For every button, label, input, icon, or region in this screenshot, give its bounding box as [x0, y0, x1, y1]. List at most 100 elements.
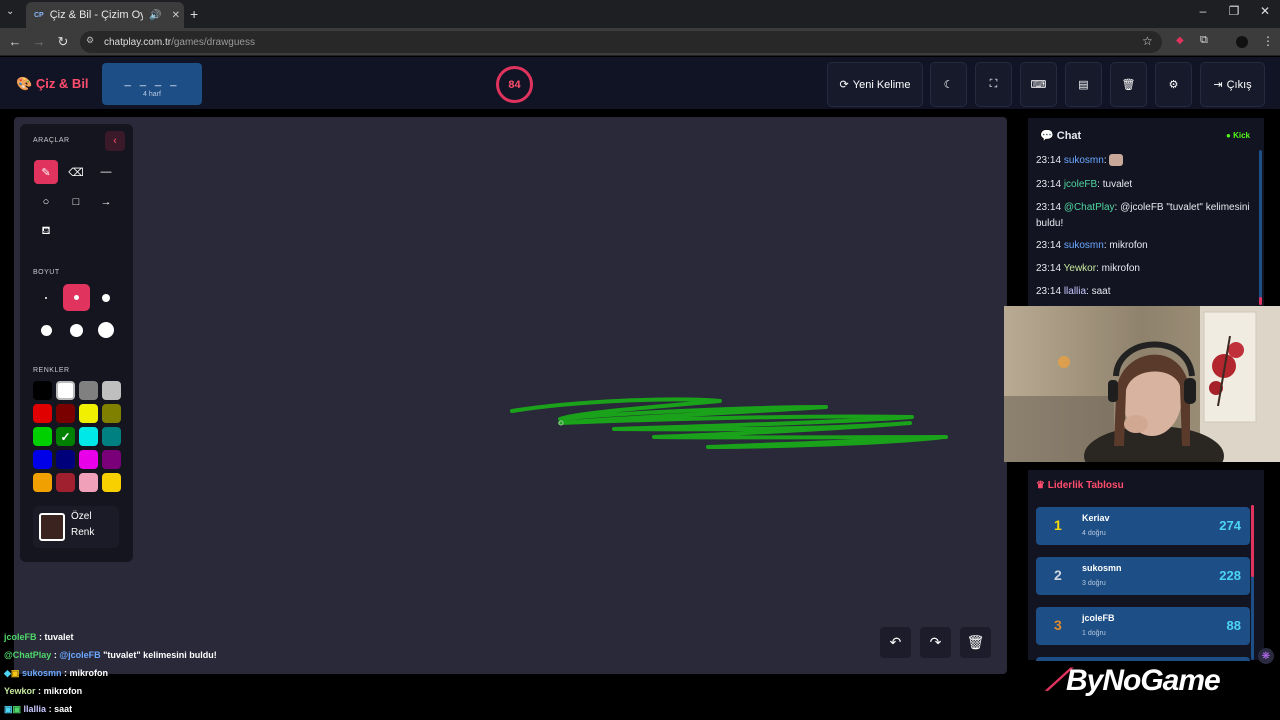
color-swatch[interactable]: [56, 473, 75, 492]
badge-icon: ▣: [12, 704, 22, 714]
drawing-strokes: [510, 397, 948, 449]
color-swatch[interactable]: [102, 473, 121, 492]
keyboard-button[interactable]: ⌨: [1020, 62, 1057, 107]
forward-icon[interactable]: →: [30, 34, 48, 49]
archive-button[interactable]: ▤: [1065, 62, 1102, 107]
color-swatch[interactable]: [56, 381, 75, 400]
fullscreen-button[interactable]: ⛶: [975, 62, 1012, 107]
size-option-sm[interactable]: [63, 284, 90, 311]
bynogame-logo-icon: ⟋: [1046, 664, 1067, 697]
size-option-lg[interactable]: [34, 318, 58, 342]
eraser-tool[interactable]: ⌫: [64, 160, 88, 184]
profile-avatar[interactable]: [1236, 36, 1248, 48]
correct-count: 4 doğru: [1082, 530, 1106, 537]
color-swatch[interactable]: [79, 381, 98, 400]
player-score: 274: [1219, 518, 1241, 533]
leaderboard-row: 1 Keriav 4 doğru 274: [1036, 507, 1250, 545]
chat-bubbles-icon: 💬: [1040, 130, 1054, 142]
chat-message: 23:14 @ChatPlay: @jcoleFB "tuvalet" keli…: [1036, 202, 1250, 229]
overlay-chat-line: @ChatPlay : @jcoleFB "tuvalet" kelimesin…: [4, 650, 217, 660]
color-swatch[interactable]: ✓: [56, 427, 75, 446]
color-swatch[interactable]: [33, 381, 52, 400]
circle-tool[interactable]: ○: [34, 190, 58, 214]
color-swatch[interactable]: [79, 404, 98, 423]
exit-button[interactable]: ⇥ Çıkış: [1200, 62, 1265, 107]
settings-button[interactable]: ⚙: [1155, 62, 1192, 107]
minimize-icon[interactable]: –: [1188, 4, 1218, 18]
browser-tab[interactable]: CP Çiz & Bil - Çizim Oyunu 🔊 ✕: [26, 2, 184, 28]
paint-bucket-icon: ⛾: [41, 225, 51, 237]
clear-canvas-button[interactable]: 🗑: [960, 627, 991, 658]
kick-status: ● Kick: [1226, 131, 1250, 140]
site-info-icon[interactable]: ⚙: [86, 35, 94, 46]
correct-count: 3 doğru: [1082, 580, 1106, 587]
back-icon[interactable]: ←: [6, 34, 24, 49]
square-icon: □: [72, 196, 80, 208]
line-tool[interactable]: —: [94, 160, 118, 184]
color-swatch[interactable]: [33, 450, 52, 469]
leaderboard-scrollbar-thumb[interactable]: [1251, 505, 1254, 577]
color-swatch[interactable]: [33, 404, 52, 423]
size-option-xl[interactable]: [64, 318, 88, 342]
color-swatch[interactable]: [102, 404, 121, 423]
color-swatch[interactable]: [79, 427, 98, 446]
tab-search-icon[interactable]: ⌄: [6, 6, 14, 17]
color-swatch[interactable]: [56, 404, 75, 423]
undo-button[interactable]: ↶: [880, 627, 911, 658]
line-icon: —: [100, 166, 112, 178]
close-tab-icon[interactable]: ✕: [172, 10, 180, 21]
extensions-puzzle-icon[interactable]: ⧉: [1200, 34, 1208, 47]
chat-username[interactable]: jcoleFB: [1064, 179, 1097, 190]
address-bar[interactable]: chatplay.com.tr/games/drawguess: [80, 31, 1162, 53]
rectangle-tool[interactable]: □: [64, 190, 88, 214]
arrow-tool[interactable]: →: [94, 190, 118, 214]
logout-icon: ⇥: [1213, 79, 1223, 91]
app-logo[interactable]: 🎨 Çiz & Bil: [16, 76, 89, 92]
bookmark-star-icon[interactable]: ☆: [1142, 34, 1153, 48]
color-swatch[interactable]: [102, 427, 121, 446]
size-option-xxl[interactable]: [94, 318, 118, 342]
custom-color-button[interactable]: Özel Renk: [33, 506, 119, 548]
chat-username[interactable]: sukosmn: [1064, 155, 1104, 166]
size-option-xs[interactable]: [34, 286, 58, 310]
color-swatch[interactable]: [79, 473, 98, 492]
extension-icon[interactable]: ◆: [1176, 35, 1184, 46]
chat-scrollbar-thumb[interactable]: [1259, 297, 1262, 305]
color-swatch[interactable]: [102, 450, 121, 469]
color-swatch[interactable]: [33, 473, 52, 492]
new-tab-icon[interactable]: +: [190, 6, 198, 22]
chat-scrollbar[interactable]: [1259, 150, 1262, 305]
brush-tool[interactable]: ✎: [34, 160, 58, 184]
color-swatch[interactable]: [79, 450, 98, 469]
color-palette: ✓: [33, 381, 123, 492]
color-swatch[interactable]: [33, 427, 52, 446]
chat-username[interactable]: sukosmn: [1064, 240, 1104, 251]
collapse-panel-button[interactable]: ‹: [105, 131, 125, 151]
color-swatch[interactable]: [102, 381, 121, 400]
keyboard-icon: ⌨: [1030, 79, 1047, 91]
chat-username[interactable]: llallia: [1064, 286, 1086, 297]
new-word-button[interactable]: ⟳ Yeni Kelime: [827, 62, 923, 107]
rank-number: 3: [1054, 617, 1062, 633]
size-option-md[interactable]: [94, 286, 118, 310]
size-dot: [98, 322, 114, 338]
word-hint-box: _ _ _ _ 4 harf: [102, 63, 202, 105]
delete-button[interactable]: 🗑: [1110, 62, 1147, 107]
fill-tool[interactable]: ⛾: [34, 220, 58, 244]
chat-message: 23:14 llallia: saat: [1036, 286, 1111, 297]
menu-dots-icon[interactable]: ⋮: [1262, 34, 1274, 48]
chat-username[interactable]: @ChatPlay: [1064, 202, 1115, 213]
close-window-icon[interactable]: ✕: [1250, 4, 1280, 18]
word-mask: _ _ _ _: [124, 75, 180, 87]
maximize-icon[interactable]: ❐: [1219, 4, 1249, 18]
color-swatch[interactable]: [56, 450, 75, 469]
speaker-icon[interactable]: 🔊: [149, 10, 161, 21]
tools-heading: ARAÇLAR: [33, 137, 70, 144]
redo-button[interactable]: ↷: [920, 627, 951, 658]
dark-mode-button[interactable]: ☾: [930, 62, 967, 107]
chat-username[interactable]: Yewkor: [1064, 263, 1096, 274]
round-timer: 84: [496, 66, 533, 103]
reload-icon[interactable]: ↻: [54, 34, 72, 50]
custom-color-label: Renk: [71, 527, 95, 538]
brain-icon[interactable]: ❋: [1258, 648, 1274, 664]
